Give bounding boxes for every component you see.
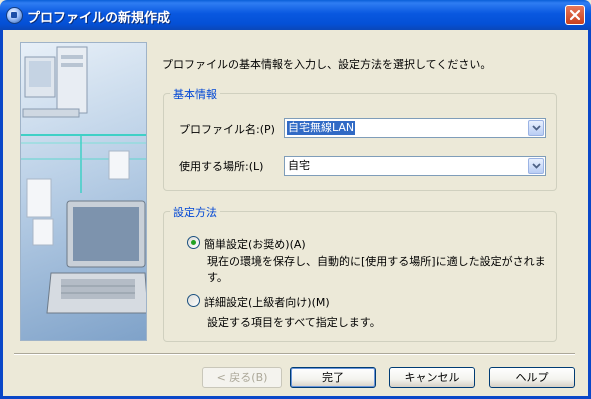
help-button[interactable]: ヘルプ bbox=[489, 367, 575, 388]
advanced-setup-radio[interactable] bbox=[187, 294, 200, 307]
simple-setup-label[interactable]: 簡単設定(お奨め)(A) bbox=[204, 236, 306, 252]
profile-name-label: プロファイル名:(P) bbox=[179, 123, 275, 136]
intro-text: プロファイルの基本情報を入力し、設定方法を選択してください。 bbox=[162, 58, 492, 71]
close-button[interactable] bbox=[565, 5, 585, 25]
profile-name-combobox[interactable]: 自宅無線LAN bbox=[284, 118, 546, 138]
app-icon bbox=[6, 7, 23, 24]
simple-setup-description: 現在の環境を保存し、自動的に[使用する場所]に適した設定がされます。 bbox=[207, 255, 546, 284]
location-label: 使用する場所:(L) bbox=[179, 160, 264, 173]
window-frame-left bbox=[0, 30, 3, 399]
basic-info-group: 基本情報 bbox=[163, 86, 557, 191]
computers-illustration-icon bbox=[21, 46, 146, 314]
window-title: プロファイルの新規作成 bbox=[27, 11, 171, 26]
finish-button[interactable]: 完了 bbox=[290, 367, 376, 388]
profile-name-value: 自宅無線LAN bbox=[287, 121, 356, 135]
advanced-setup-description: 設定する項目をすべて指定します。 bbox=[207, 316, 381, 329]
location-combobox[interactable]: 自宅 bbox=[284, 156, 546, 176]
setup-method-title: 設定方法 bbox=[170, 204, 220, 220]
button-divider bbox=[14, 353, 575, 355]
wizard-illustration bbox=[20, 42, 147, 341]
chevron-down-icon bbox=[532, 163, 541, 169]
back-button[interactable]: < 戻る(B) bbox=[202, 367, 282, 388]
profile-name-dropdown-button[interactable] bbox=[528, 120, 544, 136]
basic-info-title: 基本情報 bbox=[170, 86, 220, 102]
cancel-button[interactable]: キャンセル bbox=[389, 367, 475, 388]
simple-setup-radio[interactable] bbox=[187, 236, 200, 249]
location-value: 自宅 bbox=[288, 159, 310, 172]
close-icon bbox=[569, 9, 581, 21]
chevron-down-icon bbox=[532, 125, 541, 131]
title-bar[interactable]: プロファイルの新規作成 bbox=[0, 0, 591, 30]
location-dropdown-button[interactable] bbox=[528, 158, 544, 174]
advanced-setup-label[interactable]: 詳細設定(上級者向け)(M) bbox=[204, 294, 330, 310]
